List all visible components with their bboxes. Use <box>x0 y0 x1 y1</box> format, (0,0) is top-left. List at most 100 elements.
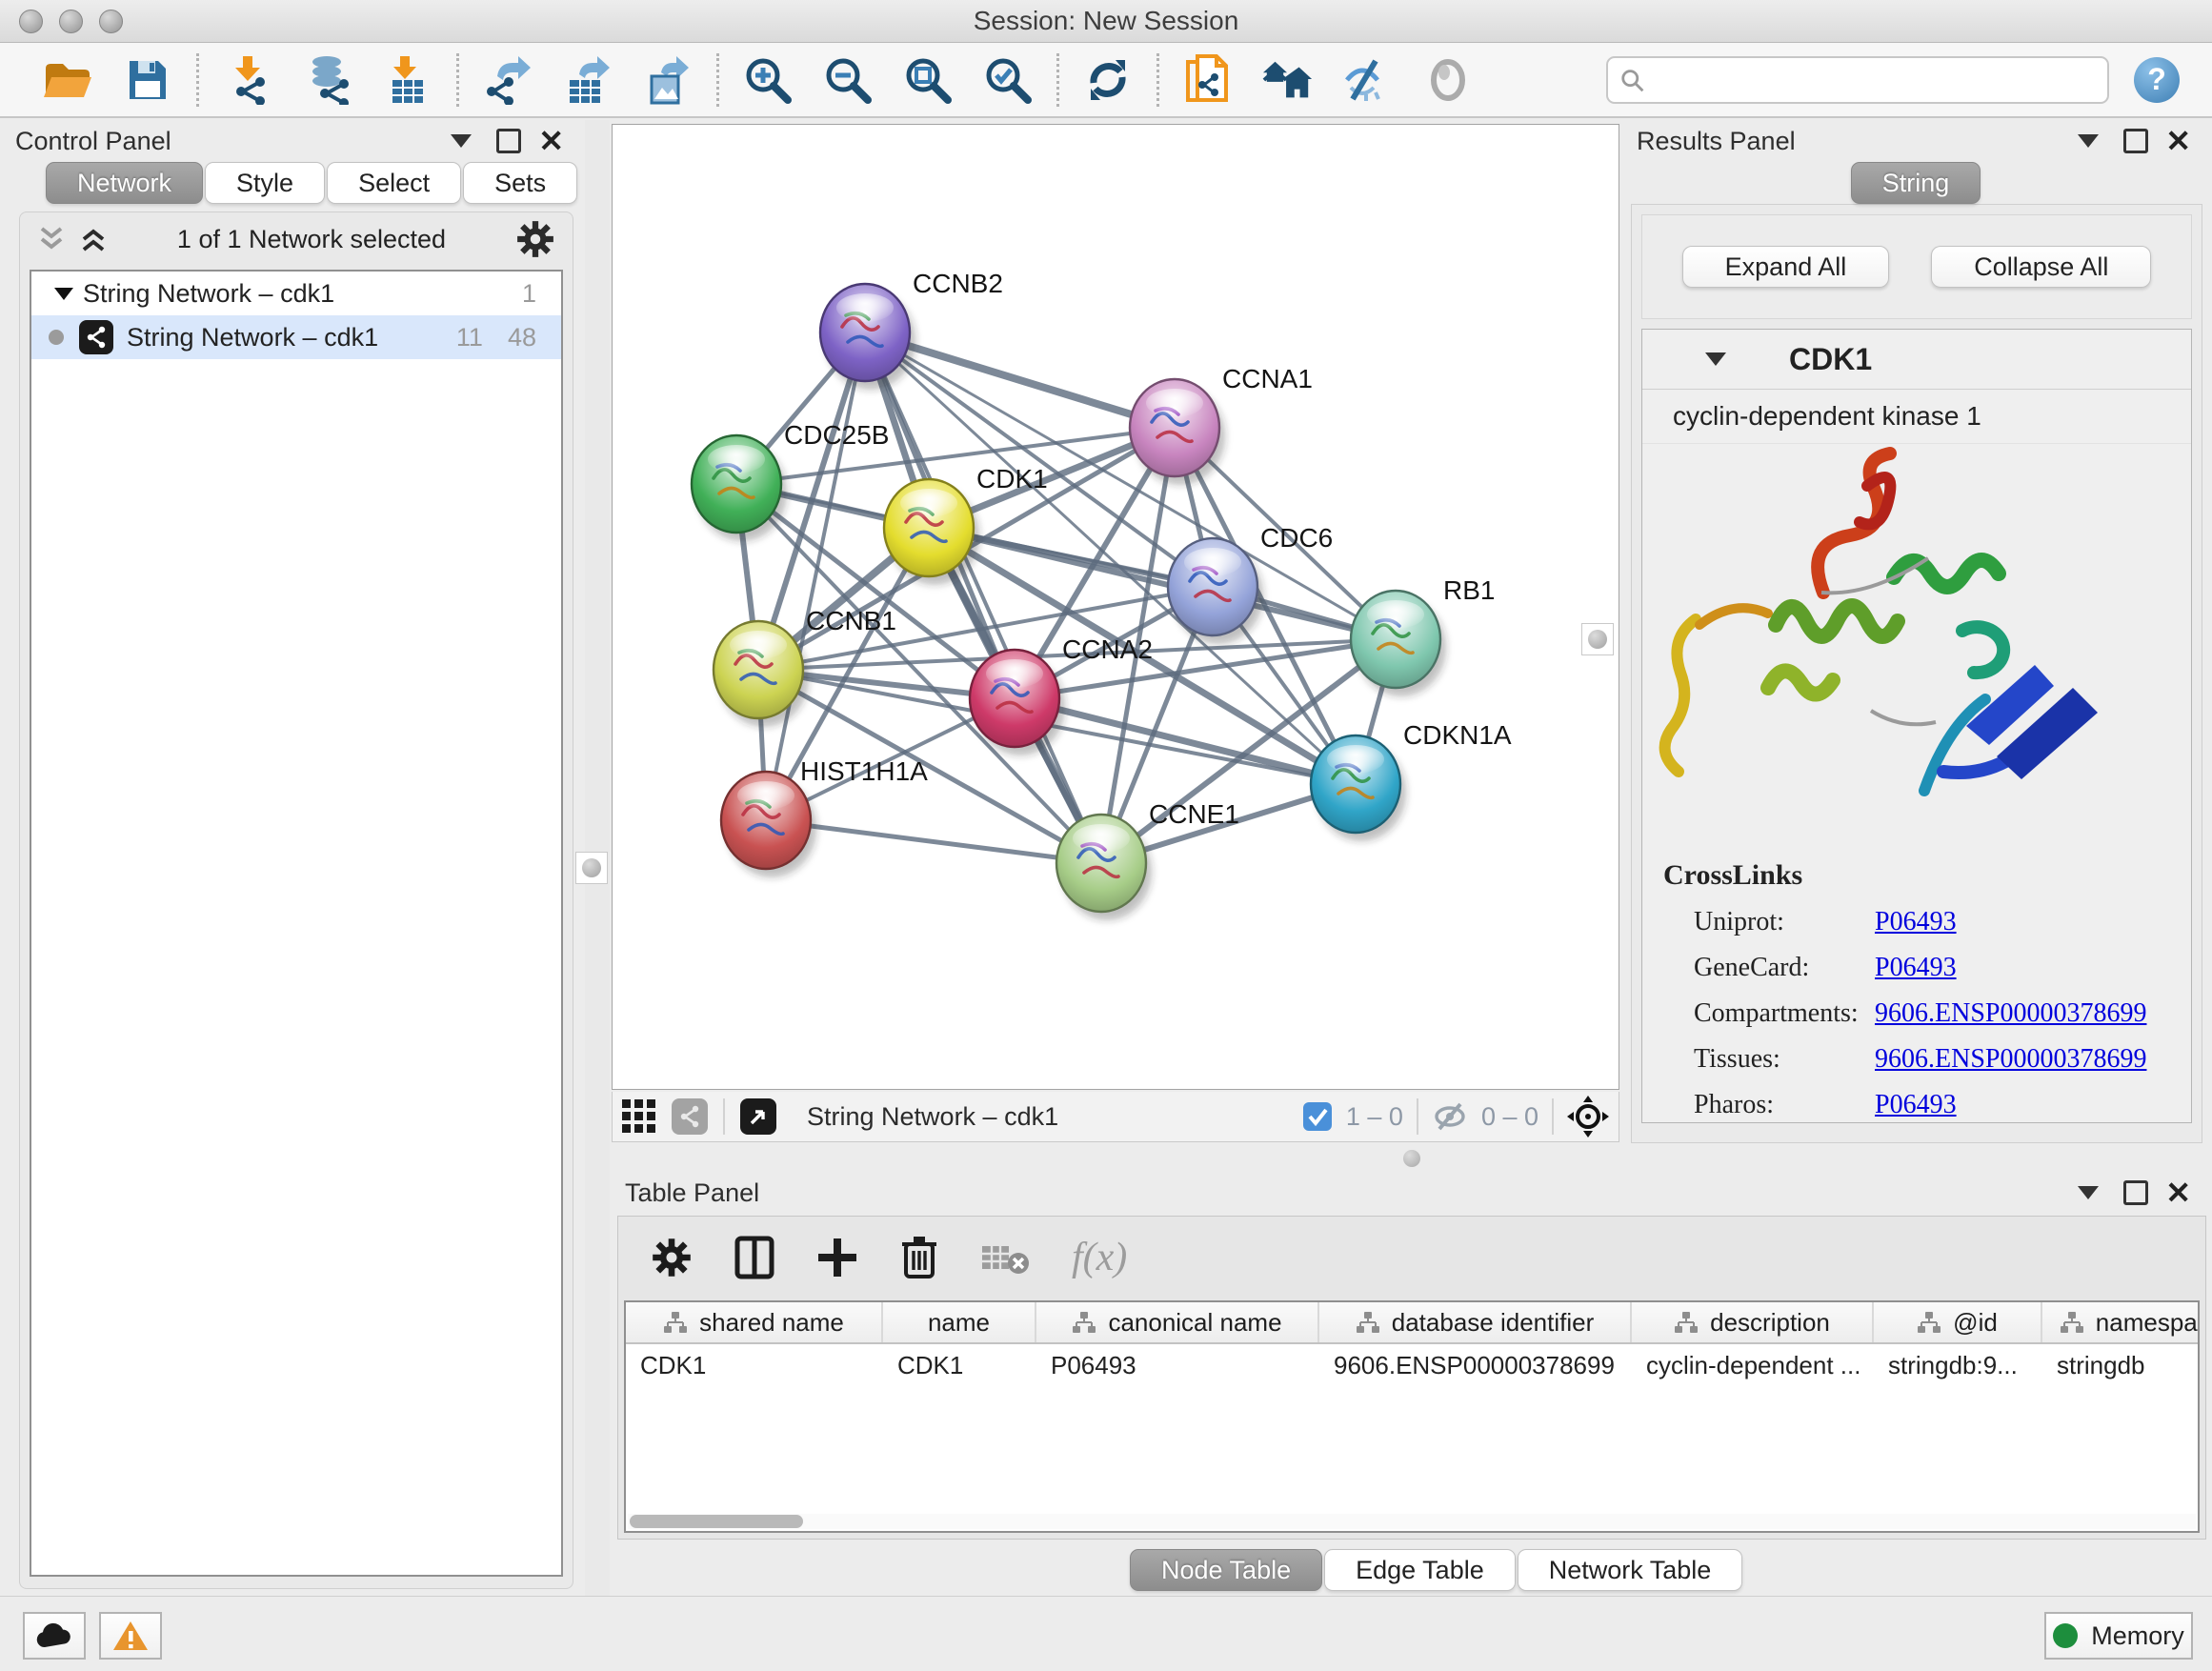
gear-icon[interactable] <box>515 219 555 259</box>
network-node-CCNA2[interactable]: CCNA2 <box>970 634 1153 755</box>
hidden-eye-slash-icon[interactable] <box>1432 1102 1468 1131</box>
zoom-out-icon[interactable] <box>822 54 874 106</box>
network-node-CCNE1[interactable]: CCNE1 <box>1056 799 1239 920</box>
grid-view-icon[interactable] <box>622 1099 656 1134</box>
export-table-icon[interactable] <box>562 54 613 106</box>
network-node-CCNA1[interactable]: CCNA1 <box>1130 364 1313 485</box>
network-node-CCNB2[interactable]: CCNB2 <box>820 269 1003 390</box>
zoom-in-icon[interactable] <box>742 54 794 106</box>
crosslink-value-link[interactable]: P06493 <box>1875 1090 1957 1120</box>
add-column-icon[interactable] <box>816 1237 858 1278</box>
table-row[interactable]: CDK1CDK1P064939606.ENSP00000378699cyclin… <box>626 1344 2198 1386</box>
expand-all-button[interactable]: Expand All <box>1682 246 1890 288</box>
tab-node-table[interactable]: Node Table <box>1130 1549 1322 1591</box>
refresh-icon[interactable] <box>1082 54 1134 106</box>
tab-network[interactable]: Network <box>46 162 203 204</box>
zoom-selected-icon[interactable] <box>982 54 1034 106</box>
table-cell[interactable]: CDK1 <box>883 1344 1036 1386</box>
graphics-details-icon[interactable] <box>1422 54 1474 106</box>
hide-edges-icon[interactable] <box>1342 54 1394 106</box>
control-panel-menu-icon[interactable] <box>451 134 472 148</box>
collapse-all-icon[interactable] <box>37 226 66 252</box>
column-header-description[interactable]: description <box>1632 1302 1874 1342</box>
search-input[interactable] <box>1644 64 2096 95</box>
crosslink-value-link[interactable]: P06493 <box>1875 907 1957 937</box>
memory-button[interactable]: Memory <box>2044 1612 2193 1660</box>
network-node-CDKN1A[interactable]: CDKN1A <box>1311 720 1512 841</box>
birds-eye-view-icon[interactable] <box>740 1098 776 1135</box>
control-panel-float-icon[interactable] <box>496 129 521 153</box>
warnings-button[interactable] <box>99 1612 162 1660</box>
tab-style[interactable]: Style <box>205 162 325 204</box>
table-panel-close-icon[interactable]: ✕ <box>2165 1178 2191 1208</box>
network-node-CDK1[interactable]: CDK1 <box>884 464 1048 585</box>
control-panel-close-icon[interactable]: ✕ <box>538 126 564 156</box>
homes-icon[interactable] <box>1262 54 1314 106</box>
crosslink-value-link[interactable]: P06493 <box>1875 953 1957 983</box>
column-header-shared-name[interactable]: shared name <box>626 1302 883 1342</box>
table-panel-float-icon[interactable] <box>2123 1180 2148 1205</box>
table-cell[interactable]: P06493 <box>1036 1344 1319 1386</box>
splitter-handle[interactable] <box>1403 1150 1420 1167</box>
table-cell[interactable]: 9606.ENSP00000378699 <box>1319 1344 1632 1386</box>
network-canvas[interactable]: CCNB2CCNA1CDC25BCDK1CDC6RB1CCNB1CCNA2CDK… <box>612 124 1619 1090</box>
network-node-RB1[interactable]: RB1 <box>1351 575 1495 696</box>
table-cell[interactable]: stringdb <box>2042 1344 2200 1386</box>
tab-string[interactable]: String <box>1851 162 1981 204</box>
network-node-HIST1H1A[interactable]: HIST1H1A <box>721 756 928 877</box>
collection-expand-icon[interactable] <box>54 288 73 300</box>
zoom-fit-icon[interactable] <box>902 54 954 106</box>
share-file-icon[interactable] <box>1182 54 1234 106</box>
expand-all-icon[interactable] <box>79 226 108 252</box>
column-header-@id[interactable]: @id <box>1874 1302 2042 1342</box>
cloud-button[interactable] <box>23 1612 86 1660</box>
network-edge-CCNB2-HIST1H1A[interactable] <box>766 332 865 820</box>
network-share-view-icon[interactable] <box>672 1098 708 1135</box>
results-panel-close-icon[interactable]: ✕ <box>2165 126 2191 156</box>
table-horizontal-scrollbar[interactable] <box>628 1514 2196 1529</box>
table-cell[interactable]: CDK1 <box>626 1344 883 1386</box>
network-collection-row[interactable]: String Network – cdk1 1 <box>31 272 561 315</box>
column-header-canonical-name[interactable]: canonical name <box>1036 1302 1319 1342</box>
right-divider-handle[interactable] <box>1581 623 1614 655</box>
collapse-all-button[interactable]: Collapse All <box>1931 246 2151 288</box>
tab-edge-table[interactable]: Edge Table <box>1324 1549 1516 1591</box>
left-divider-handle[interactable] <box>575 852 608 884</box>
select-columns-icon[interactable] <box>734 1236 774 1279</box>
import-network-file-icon[interactable] <box>222 54 273 106</box>
protein-card-collapse-icon[interactable] <box>1705 352 1726 366</box>
results-panel-menu-icon[interactable] <box>2078 134 2099 148</box>
column-header-namespace[interactable]: namespace <box>2042 1302 2200 1342</box>
open-session-icon[interactable] <box>42 54 93 106</box>
hidden-nodes-edges-count: 0 – 0 <box>1481 1102 1538 1132</box>
delete-column-trash-icon[interactable] <box>900 1235 938 1280</box>
horizontal-splitter[interactable] <box>610 1143 2212 1172</box>
scrollbar-thumb[interactable] <box>630 1515 803 1528</box>
save-session-icon[interactable] <box>122 54 173 106</box>
export-network-icon[interactable] <box>482 54 533 106</box>
import-network-database-icon[interactable] <box>302 54 353 106</box>
table-cell[interactable]: stringdb:9... <box>1874 1344 2042 1386</box>
column-header-name[interactable]: name <box>883 1302 1036 1342</box>
tab-select[interactable]: Select <box>327 162 461 204</box>
selected-checkbox-icon[interactable] <box>1302 1101 1333 1132</box>
network-graph[interactable]: CCNB2CCNA1CDC25BCDK1CDC6RB1CCNB1CCNA2CDK… <box>613 125 1619 1089</box>
delete-table-icon[interactable] <box>980 1238 1030 1277</box>
export-image-icon[interactable] <box>642 54 694 106</box>
table-gear-icon[interactable] <box>651 1237 693 1278</box>
crosslink-value-link[interactable]: 9606.ENSP00000378699 <box>1875 998 2146 1029</box>
column-header-database-identifier[interactable]: database identifier <box>1319 1302 1632 1342</box>
fit-selection-crosshair-icon[interactable] <box>1567 1096 1609 1137</box>
network-row[interactable]: String Network – cdk1 11 48 <box>31 315 561 359</box>
protein-card-header[interactable]: CDK1 <box>1642 330 2191 390</box>
crosslink-value-link[interactable]: 9606.ENSP00000378699 <box>1875 1044 2146 1075</box>
table-cell[interactable]: cyclin-dependent ... <box>1632 1344 1874 1386</box>
function-builder-icon[interactable]: f(x) <box>1072 1235 1127 1280</box>
tab-network-table[interactable]: Network Table <box>1518 1549 1743 1591</box>
results-panel-float-icon[interactable] <box>2123 129 2148 153</box>
table-panel-menu-icon[interactable] <box>2078 1186 2099 1199</box>
help-icon[interactable]: ? <box>2134 57 2180 103</box>
network-node-CDC6[interactable]: CDC6 <box>1168 523 1333 644</box>
tab-sets[interactable]: Sets <box>463 162 577 204</box>
import-table-file-icon[interactable] <box>382 54 433 106</box>
